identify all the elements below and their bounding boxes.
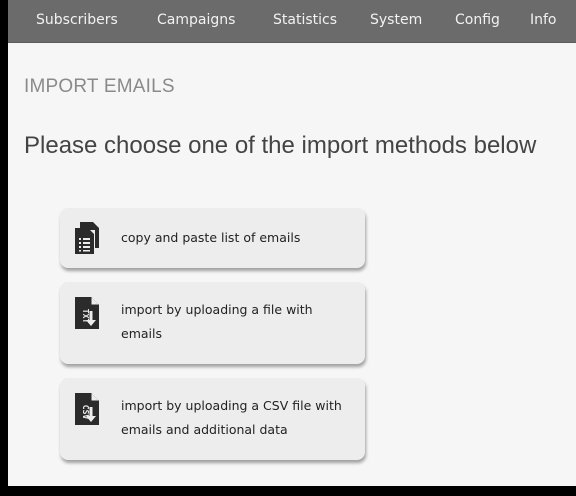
top-navigation-bar: Subscribers Campaigns Statistics System … [8, 0, 576, 43]
section-title: IMPORT EMAILS [24, 76, 175, 97]
copy-paste-emails-button[interactable]: copy and paste list of emails [60, 208, 365, 268]
app-frame: Subscribers Campaigns Statistics System … [8, 0, 576, 486]
upload-file-button[interactable]: TXT import by uploading a file with emai… [60, 282, 365, 364]
upload-file-label: import by uploading a file with emails [121, 302, 313, 341]
page-heading: Please choose one of the import methods … [24, 132, 537, 159]
nav-item-config[interactable]: Config [455, 11, 500, 29]
csv-file-download-icon: CSV [75, 393, 99, 425]
clipboard-list-icon [75, 222, 99, 254]
copy-paste-emails-label: copy and paste list of emails [121, 230, 301, 245]
nav-item-info[interactable]: Info [530, 11, 557, 29]
nav-item-campaigns[interactable]: Campaigns [157, 11, 235, 29]
nav-item-statistics[interactable]: Statistics [273, 11, 337, 29]
nav-item-subscribers[interactable]: Subscribers [36, 11, 118, 29]
upload-csv-button[interactable]: CSV import by uploading a CSV file with … [60, 378, 365, 460]
txt-file-download-icon: TXT [75, 297, 99, 329]
upload-csv-label: import by uploading a CSV file with emai… [121, 398, 342, 437]
nav-item-system[interactable]: System [370, 11, 422, 29]
